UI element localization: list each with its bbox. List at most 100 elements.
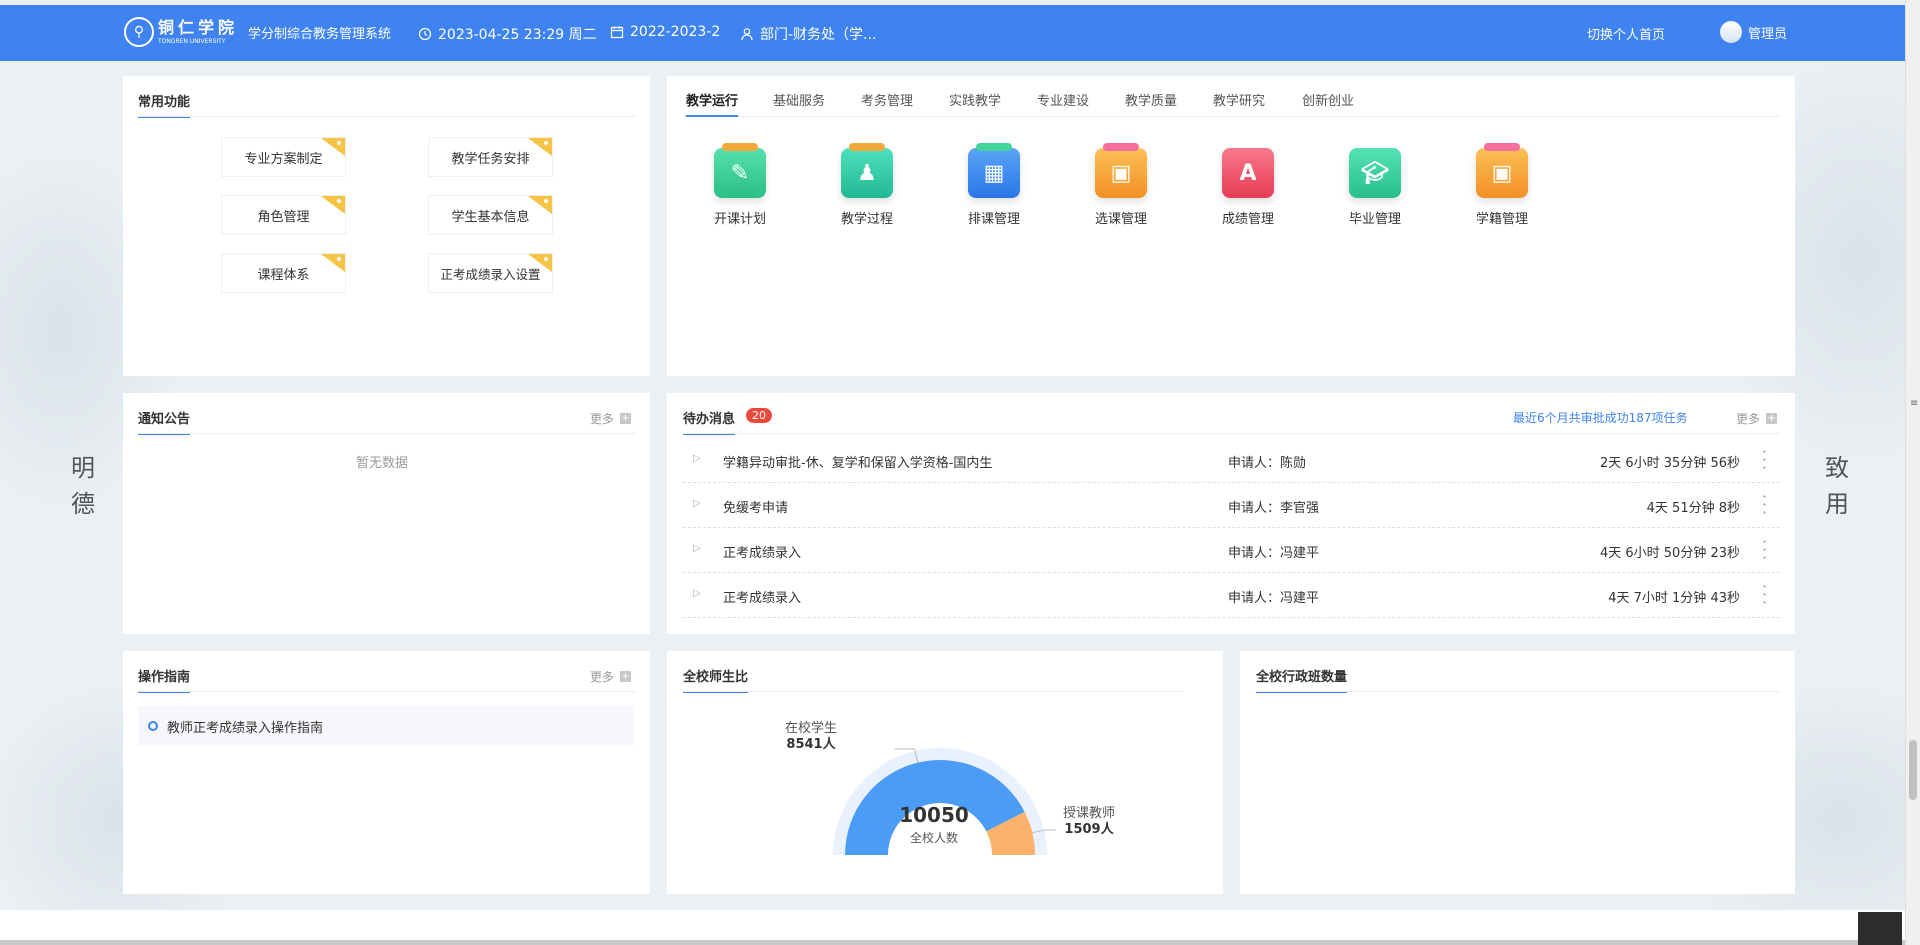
motto-char: 德 — [71, 490, 95, 518]
more-vertical-icon[interactable]: · · · — [1762, 444, 1768, 476]
todo-row[interactable]: ▷ 正考成绩录入 申请人：冯建平 4天 7小时 1分钟 43秒 · · · — [683, 573, 1780, 618]
grade-icon: A — [1222, 148, 1274, 198]
guide-panel — [123, 651, 650, 894]
todo-row[interactable]: ▷ 学籍异动审批-休、复学和保留入学资格-国内生 申请人：陈勋 2天 6小时 3… — [683, 438, 1780, 483]
teaching-process-icon: ♟ — [841, 143, 893, 198]
student-label: 在校学生 — [785, 721, 838, 736]
more-vertical-icon[interactable]: · · · — [1762, 579, 1768, 611]
tab-teaching-research[interactable]: 教学研究 — [1213, 90, 1265, 109]
more-vertical-icon[interactable]: · · · — [1762, 489, 1768, 521]
tab-teaching-operation[interactable]: 教学运行 — [686, 90, 739, 117]
page-scrollbar[interactable]: ≡ — [1905, 0, 1920, 945]
more-vertical-icon[interactable]: · · · — [1762, 534, 1768, 566]
avatar — [1720, 21, 1742, 43]
school-name-en: TONGREN UNIVERSITY — [158, 37, 226, 45]
school-logo[interactable]: ⚲ 铜仁学院 TONGREN UNIVERSITY 学分制综合教务管理系统 — [124, 17, 391, 47]
app-teaching-process[interactable]: ♟ 教学过程 — [827, 143, 907, 227]
teacher-value: 1509人 — [1064, 822, 1114, 837]
quick-item-program-plan[interactable]: 专业方案制定 — [221, 137, 346, 177]
user-icon — [741, 28, 753, 41]
guide-title: 操作指南 — [138, 666, 191, 693]
user-menu[interactable]: 管理员 — [1720, 21, 1787, 43]
tab-exam-affairs[interactable]: 考务管理 — [861, 90, 913, 109]
todo-row-applicant: 申请人：陈勋 — [1228, 456, 1307, 471]
app-label: 选课管理 — [1094, 212, 1147, 227]
tab-teaching-quality[interactable]: 教学质量 — [1125, 90, 1177, 109]
plus-icon: + — [620, 671, 632, 682]
divider — [138, 433, 635, 434]
department-selector[interactable]: 部门-财务处（学... — [740, 24, 876, 44]
tab-major-construction[interactable]: 专业建设 — [1037, 90, 1089, 109]
todo-row-applicant: 申请人：冯建平 — [1228, 591, 1320, 606]
more-label: 更多 — [1736, 412, 1761, 426]
scrollbar-thumb[interactable] — [1909, 740, 1917, 800]
quick-item-course-system[interactable]: 课程体系 — [221, 253, 346, 293]
motto-char: 致 — [1825, 454, 1849, 482]
more-label: 更多 — [590, 412, 615, 426]
corner-tag-icon — [321, 138, 345, 156]
system-name: 学分制综合教务管理系统 — [248, 26, 392, 42]
side-motto-right: 致 用 — [1822, 450, 1852, 522]
todo-row-elapsed: 4天 51分钟 8秒 — [1646, 501, 1740, 516]
chat-widget-button[interactable] — [1858, 912, 1902, 945]
plus-icon: + — [1766, 413, 1778, 424]
term-selector[interactable]: 2022-2023-2 — [610, 24, 720, 40]
quick-item-label: 学生基本信息 — [451, 209, 530, 225]
todo-count-badge: 20 — [746, 408, 772, 423]
tab-innovation[interactable]: 创新创业 — [1302, 90, 1354, 109]
app-label: 排课管理 — [967, 212, 1020, 227]
student-value: 8541人 — [786, 737, 836, 752]
total-value: 10050 — [899, 803, 969, 827]
notice-title: 通知公告 — [138, 408, 191, 435]
term-text: 2022-2023-2 — [630, 24, 721, 40]
todo-row-elapsed: 4天 6小时 50分钟 23秒 — [1599, 546, 1740, 561]
tab-practice-teaching[interactable]: 实践教学 — [949, 90, 1001, 109]
common-functions-panel — [123, 76, 650, 376]
calendar-icon — [610, 26, 624, 39]
quick-item-role-management[interactable]: 角色管理 — [221, 195, 346, 235]
app-student-records[interactable]: ▣ 学籍管理 — [1462, 143, 1542, 227]
corner-tag-icon — [528, 196, 552, 214]
course-plan-icon: ✎ — [714, 143, 766, 198]
switch-home-link[interactable]: 切换个人首页 — [1587, 24, 1665, 43]
taskbar-strip — [0, 940, 1905, 945]
teacher-label-group: 授课教师 1509人 — [1063, 806, 1115, 838]
guide-item[interactable]: 教师正考成绩录入操作指南 — [138, 706, 634, 746]
notice-panel — [123, 393, 650, 634]
arrow-right-icon: ▷ — [693, 453, 701, 464]
arrow-right-icon: ▷ — [693, 498, 701, 509]
app-schedule-management[interactable]: ▦ 排课管理 — [954, 143, 1034, 227]
switch-home-label: 切换个人首页 — [1587, 28, 1666, 43]
divider — [683, 433, 1780, 434]
notice-more-link[interactable]: 更多 + — [590, 410, 632, 427]
quick-item-student-info[interactable]: 学生基本信息 — [428, 195, 553, 235]
app-graduation-management[interactable]: 🎓︎ 毕业管理 — [1335, 148, 1415, 227]
app-course-plan[interactable]: ✎ 开课计划 — [700, 143, 780, 227]
todo-more-link[interactable]: 更多 + — [1736, 410, 1778, 427]
guide-more-link[interactable]: 更多 + — [590, 668, 632, 685]
quick-item-label: 课程体系 — [257, 267, 310, 283]
corner-tag-icon — [321, 254, 345, 272]
app-label: 教学过程 — [840, 212, 893, 227]
quick-item-grade-entry-settings[interactable]: 正考成绩录入设置 — [428, 253, 553, 293]
todo-row[interactable]: ▷ 正考成绩录入 申请人：冯建平 4天 6小时 50分钟 23秒 · · · — [683, 528, 1780, 573]
todo-title: 待办消息 — [683, 408, 736, 435]
todo-row-title: 正考成绩录入 — [723, 591, 802, 606]
app-label: 毕业管理 — [1348, 212, 1401, 227]
divider — [683, 691, 1183, 692]
app-grade-management[interactable]: A 成绩管理 — [1208, 148, 1288, 227]
todo-summary-link[interactable]: 最近6个月共审批成功187项任务 — [1513, 409, 1688, 426]
notice-empty-text: 暂无数据 — [356, 456, 409, 471]
school-name-cn: 铜仁学院 — [158, 17, 239, 37]
todo-row-elapsed: 4天 7小时 1分钟 43秒 — [1608, 591, 1740, 606]
tab-basic-services[interactable]: 基础服务 — [773, 90, 825, 109]
course-select-icon: ▣ — [1095, 143, 1147, 198]
school-seal-icon: ⚲ — [124, 17, 154, 47]
ratio-title: 全校师生比 — [683, 666, 749, 693]
app-course-selection[interactable]: ▣ 选课管理 — [1081, 143, 1161, 227]
quick-item-task-arrange[interactable]: 教学任务安排 — [428, 137, 553, 177]
graduation-icon: 🎓︎ — [1349, 148, 1401, 198]
datetime-text: 2023-04-25 23:29 周二 — [438, 27, 597, 43]
more-label: 更多 — [590, 670, 615, 684]
todo-row[interactable]: ▷ 免缓考申请 申请人：李官强 4天 51分钟 8秒 · · · — [683, 483, 1780, 528]
